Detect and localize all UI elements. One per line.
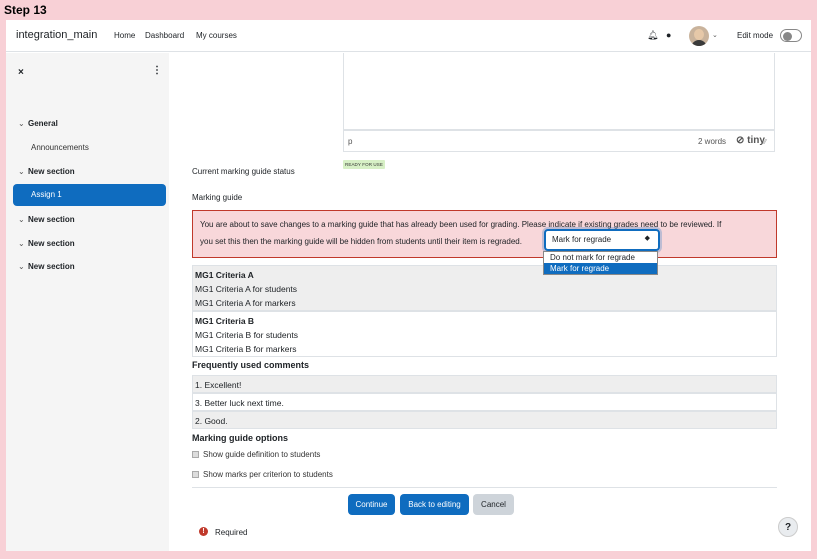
- nav-my-courses[interactable]: My courses: [196, 31, 237, 40]
- resize-grip-icon[interactable]: ⁄⁄: [764, 139, 766, 146]
- site-brand[interactable]: integration_main: [16, 29, 97, 41]
- course-item-assign-1[interactable]: Assign 1: [13, 184, 166, 206]
- browser-frame: integration_main Home Dashboard My cours…: [6, 20, 811, 551]
- option-mark-for-regrade[interactable]: Mark for regrade: [544, 263, 657, 274]
- avatar-body: [691, 40, 707, 46]
- comment-row: 2. Good.: [192, 411, 777, 429]
- toggle-knob: [783, 31, 792, 41]
- criterion-markers: MG1 Criteria B for markers: [195, 344, 297, 354]
- nav-dashboard[interactable]: Dashboard: [145, 31, 184, 40]
- option-do-not-mark[interactable]: Do not mark for regrade: [544, 252, 657, 263]
- step-label: Step 13: [4, 3, 47, 17]
- word-count[interactable]: 2 words: [698, 137, 726, 146]
- criterion-title: MG1 Criteria B: [195, 316, 255, 326]
- comment-row: 3. Better luck next time.: [192, 393, 777, 411]
- criterion-row: MG1 Criteria A MG1 Criteria A for studen…: [192, 265, 777, 311]
- edit-mode-toggle[interactable]: [780, 29, 802, 42]
- comment-row: 1. Excellent!: [192, 375, 777, 393]
- section-label: New section: [28, 167, 75, 176]
- edit-mode-label: Edit mode: [737, 31, 774, 40]
- select-value: Mark for regrade: [552, 235, 612, 244]
- checkbox[interactable]: [192, 451, 199, 458]
- criterion-title: MG1 Criteria A: [195, 270, 254, 280]
- option-label: Show marks per criterion to students: [203, 470, 333, 479]
- section-new-3[interactable]: ⌄ New section: [18, 239, 75, 248]
- alert-text-line1: You are about to save changes to a marki…: [200, 220, 722, 229]
- criterion-students: MG1 Criteria B for students: [195, 330, 298, 340]
- section-label: New section: [28, 215, 75, 224]
- editor-statusbar: p 2 words ⊘ tiny ⁄⁄: [343, 130, 775, 152]
- alert-text-line2: you set this then the marking guide will…: [200, 237, 522, 246]
- continue-button[interactable]: Continue: [348, 494, 395, 515]
- help-button[interactable]: ?: [778, 517, 798, 537]
- checkbox[interactable]: [192, 471, 199, 478]
- regrade-dropdown: Do not mark for regrade Mark for regrade: [543, 251, 658, 275]
- nav-home[interactable]: Home: [114, 31, 135, 40]
- section-new-2[interactable]: ⌄ New section: [18, 215, 75, 224]
- section-new-1[interactable]: ⌄ New section: [18, 167, 75, 176]
- criterion-row: MG1 Criteria B MG1 Criteria B for studen…: [192, 311, 777, 357]
- comments-heading: Frequently used comments: [192, 360, 310, 370]
- navbar: integration_main Home Dashboard My cours…: [6, 20, 811, 52]
- avatar[interactable]: [689, 26, 709, 46]
- select-arrows-icon: ◆: [644, 235, 650, 242]
- regrade-alert: You are about to save changes to a marki…: [192, 210, 777, 258]
- cancel-button[interactable]: Cancel: [473, 494, 514, 515]
- avatar-face: [694, 29, 704, 40]
- status-badge: READY FOR USE: [343, 160, 385, 169]
- chevron-down-icon: ⌄: [18, 167, 25, 176]
- tiny-brand: tiny: [747, 135, 765, 146]
- kebab-menu-icon[interactable]: ⋮: [152, 65, 162, 76]
- course-index-drawer: × ⋮ ⌄ General Announcements ⌄ New section …: [6, 53, 169, 551]
- option-show-marks[interactable]: Show marks per criterion to students: [192, 470, 333, 479]
- option-label: Show guide definition to students: [203, 450, 321, 459]
- option-show-definition[interactable]: Show guide definition to students: [192, 450, 320, 459]
- chevron-down-icon: ⌄: [18, 215, 25, 224]
- section-general[interactable]: ⌄ General: [18, 119, 58, 128]
- marking-guide-status-label: Current marking guide status: [192, 167, 295, 176]
- marking-guide-label: Marking guide: [192, 193, 243, 202]
- editor-path[interactable]: p: [348, 137, 352, 146]
- back-to-editing-button[interactable]: Back to editing: [400, 494, 469, 515]
- required-label: Required: [215, 528, 248, 537]
- chat-icon[interactable]: ●: [666, 30, 671, 40]
- close-icon[interactable]: ×: [18, 67, 24, 78]
- chevron-down-icon: ⌄: [18, 239, 25, 248]
- section-label: New section: [28, 262, 75, 271]
- rich-text-editor[interactable]: [343, 53, 775, 130]
- main-content: p 2 words ⊘ tiny ⁄⁄ Current marking guid…: [169, 53, 811, 551]
- section-label: General: [28, 119, 58, 128]
- section-label: New section: [28, 239, 75, 248]
- bell-icon[interactable]: 🔔︎: [647, 30, 658, 41]
- criterion-students: MG1 Criteria A for students: [195, 284, 298, 294]
- chevron-down-icon[interactable]: ⌄: [712, 31, 718, 39]
- chevron-down-icon: ⌄: [18, 262, 25, 271]
- course-item-announcements[interactable]: Announcements: [31, 143, 89, 152]
- options-heading: Marking guide options: [192, 433, 288, 443]
- divider: [192, 487, 777, 488]
- required-icon: !: [199, 527, 208, 536]
- chevron-down-icon: ⌄: [18, 119, 25, 128]
- criterion-markers: MG1 Criteria A for markers: [195, 298, 296, 308]
- tiny-logo[interactable]: ⊘ tiny: [736, 135, 765, 146]
- section-new-4[interactable]: ⌄ New section: [18, 262, 75, 271]
- regrade-select[interactable]: Mark for regrade ◆: [544, 229, 660, 251]
